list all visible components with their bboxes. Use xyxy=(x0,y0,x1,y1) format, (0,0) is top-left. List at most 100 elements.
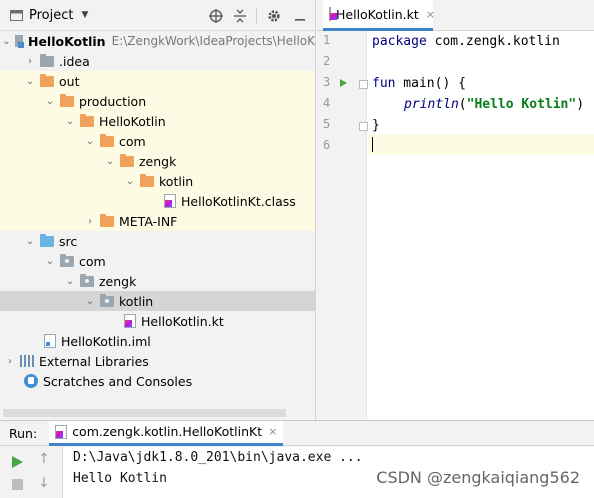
run-gutter-icon[interactable] xyxy=(340,79,347,87)
line-number: 4 xyxy=(323,96,331,110)
source-folder-icon xyxy=(40,233,54,247)
tree-item-label: com xyxy=(119,133,146,149)
line-number: 6 xyxy=(323,138,331,152)
kotlin-class-file-icon xyxy=(164,194,176,208)
editor-gutter: 1 2 3 4 5 6 xyxy=(317,31,368,420)
code-text: com.zengk.kotlin xyxy=(426,34,560,49)
code-text: main() { xyxy=(395,76,466,91)
tab-label: HelloKotlin.kt xyxy=(336,6,419,22)
close-icon[interactable]: × xyxy=(268,425,277,438)
folder-icon xyxy=(100,213,114,227)
tree-item-com-output[interactable]: ⌄ com xyxy=(0,131,315,151)
folder-icon xyxy=(100,133,114,147)
crosshair-icon[interactable] xyxy=(205,5,227,27)
tree-item-src[interactable]: ⌄ src xyxy=(0,231,315,251)
tree-item-idea[interactable]: › .idea xyxy=(0,51,315,71)
tree-item-label: com xyxy=(79,253,106,269)
tree-item-label: src xyxy=(59,233,78,249)
tree-item-production[interactable]: ⌄ production xyxy=(0,91,315,111)
chevron-down-icon[interactable]: ⌄ xyxy=(84,291,96,311)
kotlin-file-icon xyxy=(55,424,68,439)
keyword: package xyxy=(372,34,427,49)
chevron-down-icon[interactable]: ⌄ xyxy=(64,111,76,131)
tree-item-kotlin-package[interactable]: ⌄ kotlin xyxy=(0,291,315,311)
editor-tab-bar: HelloKotlin.kt × xyxy=(317,0,594,31)
vertical-divider xyxy=(253,5,261,27)
chevron-down-icon[interactable]: ⌄ xyxy=(2,31,10,51)
horizontal-scrollbar[interactable] xyxy=(3,409,286,417)
text-caret xyxy=(372,137,373,152)
tree-item-label: HelloKotlinKt.class xyxy=(181,193,296,209)
chevron-down-icon[interactable]: ⌄ xyxy=(24,71,36,91)
editor: HelloKotlin.kt × 1 2 3 4 5 6 package com… xyxy=(317,0,594,420)
chevron-down-icon[interactable]: ⌄ xyxy=(24,231,36,251)
code-line-1: package com.zengk.kotlin xyxy=(372,31,560,52)
collapse-all-icon[interactable] xyxy=(229,5,251,27)
chevron-down-icon[interactable]: ⌄ xyxy=(44,91,56,111)
chevron-right-icon[interactable]: › xyxy=(84,211,96,231)
tree-item-meta-inf[interactable]: › META-INF xyxy=(0,211,315,231)
kotlin-file-icon xyxy=(329,7,337,21)
tree-item-label: HelloKotlin.iml xyxy=(61,333,151,349)
module-path: E:\ZengkWork\IdeaProjects\HelloK xyxy=(111,34,315,48)
fold-marker-icon[interactable] xyxy=(359,122,368,131)
tree-item-out[interactable]: ⌄ out xyxy=(0,71,315,91)
tree-item-hellokotlin-output[interactable]: ⌄ HelloKotlin xyxy=(0,111,315,131)
tree-item-label: kotlin xyxy=(159,173,194,189)
tree-item-module-root[interactable]: ⌄ HelloKotlin E:\ZengkWork\IdeaProjects\… xyxy=(0,31,315,51)
tree-item-zengk-output[interactable]: ⌄ zengk xyxy=(0,151,315,171)
fold-marker-icon[interactable] xyxy=(359,80,368,89)
tree-item-label: External Libraries xyxy=(39,353,149,369)
gear-icon[interactable] xyxy=(263,5,285,27)
folder-icon xyxy=(120,153,134,167)
chevron-down-icon[interactable]: ⌄ xyxy=(104,151,116,171)
folder-icon xyxy=(80,113,94,127)
tree-item-label: out xyxy=(59,73,80,89)
tree-item-label: zengk xyxy=(99,273,137,289)
line-number: 3 xyxy=(323,75,331,89)
tree-item-kotlin-file[interactable]: HelloKotlin.kt xyxy=(0,311,315,331)
chevron-down-icon[interactable]: ⌄ xyxy=(84,131,96,151)
stop-icon[interactable] xyxy=(12,479,23,490)
chevron-down-icon[interactable]: ⌄ xyxy=(64,271,76,291)
arrow-down-icon[interactable]: ↓ xyxy=(38,475,50,491)
tree-item-class-file[interactable]: HelloKotlinKt.class xyxy=(0,191,315,211)
project-header: Project ▼ xyxy=(0,0,315,31)
tree-item-label: Scratches and Consoles xyxy=(43,373,193,389)
tab-hellokotlin-kt[interactable]: HelloKotlin.kt × xyxy=(323,0,435,31)
rerun-icon[interactable] xyxy=(12,456,23,468)
chevron-right-icon[interactable]: › xyxy=(24,51,36,71)
chevron-right-icon[interactable]: › xyxy=(4,351,16,371)
watermark: CSDN @zengkaiqiang562 xyxy=(376,468,580,487)
project-view-icon xyxy=(10,9,23,22)
folder-icon xyxy=(60,93,74,107)
minimize-icon[interactable] xyxy=(287,5,313,27)
project-view-title[interactable]: Project xyxy=(29,8,73,23)
tree-item-label: production xyxy=(79,93,147,109)
libraries-icon xyxy=(20,355,34,367)
chevron-down-icon[interactable]: ▼ xyxy=(81,10,88,20)
function-call: println xyxy=(404,97,459,112)
tree-item-scratches[interactable]: Scratches and Consoles xyxy=(0,371,315,391)
chevron-down-icon[interactable]: ⌄ xyxy=(124,171,136,191)
code-line-5: } xyxy=(372,115,380,136)
chevron-down-icon[interactable]: ⌄ xyxy=(44,251,56,271)
tree-item-label: HelloKotlin xyxy=(99,113,166,129)
run-toolbar: ↑ ↓ xyxy=(0,447,62,498)
scratches-icon xyxy=(24,374,38,388)
console-output[interactable]: D:\Java\jdk1.8.0_201\bin\java.exe ... He… xyxy=(63,447,594,498)
tree-item-zengk-package[interactable]: ⌄ zengk xyxy=(0,271,315,291)
arrow-up-icon[interactable]: ↑ xyxy=(38,451,50,467)
string-literal: "Hello Kotlin" xyxy=(466,97,577,112)
keyword: fun xyxy=(372,76,396,91)
code-line-4: println("Hello Kotlin") xyxy=(404,94,584,115)
run-tab[interactable]: com.zengk.kotlin.HelloKotlinKt × xyxy=(49,420,284,446)
code-text: ( xyxy=(458,97,467,112)
tree-item-external-libraries[interactable]: › External Libraries xyxy=(0,351,315,371)
code-area[interactable]: package com.zengk.kotlin fun main() { pr… xyxy=(368,31,594,420)
tree-item-com-package[interactable]: ⌄ com xyxy=(0,251,315,271)
close-icon[interactable]: × xyxy=(426,8,435,21)
folder-icon xyxy=(40,73,54,87)
tree-item-kotlin-output[interactable]: ⌄ kotlin xyxy=(0,171,315,191)
tree-item-iml-file[interactable]: HelloKotlin.iml xyxy=(0,331,315,351)
